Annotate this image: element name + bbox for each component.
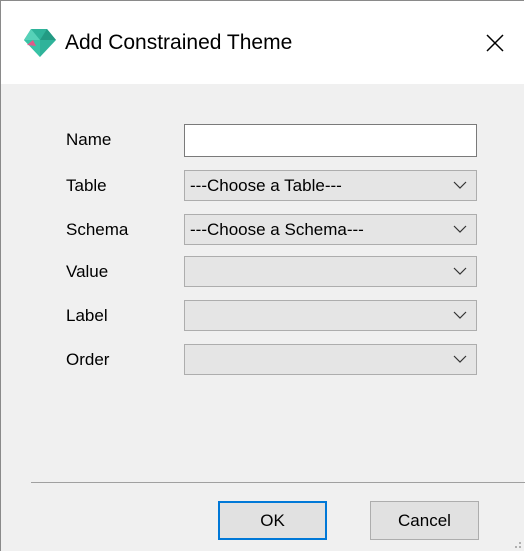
order-label: Order xyxy=(66,350,110,369)
value-row: Value xyxy=(1,256,524,287)
table-row: Table ---Choose a Table--- xyxy=(1,170,524,201)
chevron-down-icon xyxy=(453,181,467,189)
resize-grip-icon[interactable] xyxy=(510,537,522,549)
cancel-button[interactable]: Cancel xyxy=(370,501,479,540)
close-icon xyxy=(486,34,504,52)
order-row: Order xyxy=(1,344,524,375)
name-input[interactable] xyxy=(184,124,477,157)
chevron-down-icon xyxy=(453,355,467,363)
schema-select[interactable]: ---Choose a Schema--- xyxy=(184,214,477,245)
window-top-edge xyxy=(1,0,524,1)
title-bar[interactable]: Add Constrained Theme xyxy=(1,0,524,84)
app-gem-icon xyxy=(24,29,56,57)
label-row: Label xyxy=(1,300,524,331)
dialog-title: Add Constrained Theme xyxy=(65,31,293,54)
close-button[interactable] xyxy=(467,20,523,66)
chevron-down-icon xyxy=(453,225,467,233)
schema-select-value: ---Choose a Schema--- xyxy=(190,220,364,239)
name-label: Name xyxy=(66,130,112,149)
table-select-value: ---Choose a Table--- xyxy=(190,176,342,195)
name-row: Name xyxy=(1,124,524,157)
value-label: Value xyxy=(66,262,109,281)
chevron-down-icon xyxy=(453,311,467,319)
chevron-down-icon xyxy=(453,267,467,275)
label-label: Label xyxy=(66,306,108,325)
label-select[interactable] xyxy=(184,300,477,331)
schema-label: Schema xyxy=(66,220,129,239)
dialog-window: Add Constrained Theme Name Table ---Choo… xyxy=(0,0,525,551)
ok-button[interactable]: OK xyxy=(218,501,327,540)
dialog-body: Name Table ---Choose a Table--- Schema -… xyxy=(1,84,525,551)
separator xyxy=(31,482,525,483)
table-select[interactable]: ---Choose a Table--- xyxy=(184,170,477,201)
order-select[interactable] xyxy=(184,344,477,375)
table-label: Table xyxy=(66,176,107,195)
value-select[interactable] xyxy=(184,256,477,287)
schema-row: Schema ---Choose a Schema--- xyxy=(1,214,524,245)
